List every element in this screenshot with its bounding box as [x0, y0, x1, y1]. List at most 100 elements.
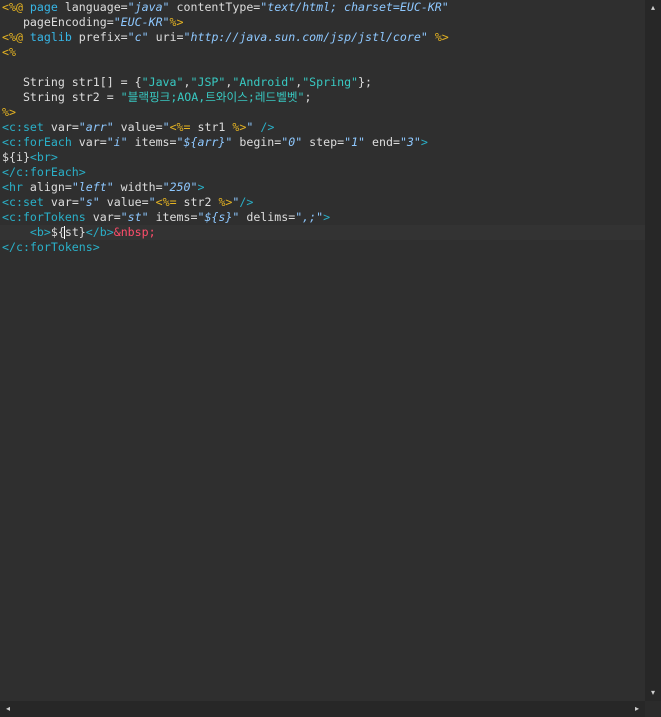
code-token: <b> [29, 225, 51, 239]
code-token: end= [365, 135, 400, 149]
code-token: pageEncoding= [2, 15, 114, 29]
code-token: ${i} [2, 150, 30, 164]
code-token: page [29, 0, 65, 14]
code-token: String str2 = [2, 90, 121, 104]
code-token: var= [50, 195, 79, 209]
scroll-up-icon[interactable]: ▴ [645, 0, 661, 16]
code-line[interactable]: </c:forEach> [2, 165, 86, 180]
code-token: width= [113, 180, 163, 194]
code-line[interactable]: String str2 = "블랙핑크;AOA,트와이스;레드벨벳"; [2, 90, 312, 105]
code-token: %> [232, 120, 247, 134]
code-token: > [420, 135, 428, 149]
code-token: "${arr}" [176, 135, 233, 149]
code-token: <%= [169, 120, 191, 134]
horizontal-scrollbar[interactable]: ◂ ▸ [0, 701, 645, 717]
code-token: "0" [281, 135, 303, 149]
code-token: var= [78, 135, 107, 149]
code-token: "1" [344, 135, 366, 149]
code-token: contentType= [169, 0, 261, 14]
code-token: <c:set [2, 195, 51, 209]
code-token: items= [148, 210, 198, 224]
code-token: <c:forEach [2, 135, 79, 149]
code-token: delims= [239, 210, 296, 224]
code-token: %> [427, 30, 449, 44]
code-token: "i" [106, 135, 128, 149]
code-token: </c:forTokens> [2, 240, 100, 254]
code-line[interactable]: pageEncoding="EUC-KR"%> [2, 15, 184, 30]
code-token: "arr" [78, 120, 114, 134]
scroll-right-icon[interactable]: ▸ [629, 701, 645, 717]
code-token: "Android" [232, 75, 296, 89]
code-token: " [148, 195, 156, 209]
code-token: "EUC-KR" [113, 15, 170, 29]
code-token: " [162, 120, 170, 134]
code-line[interactable]: <hr align="left" width="250"> [2, 180, 204, 195]
code-token: "JSP" [190, 75, 226, 89]
code-token: str1 [190, 120, 233, 134]
code-token: value= [113, 120, 163, 134]
code-token: ",;" [295, 210, 324, 224]
code-token: language= [64, 0, 128, 14]
scroll-down-icon[interactable]: ▾ [645, 685, 661, 701]
code-line[interactable]: <c:set var="s" value="<%= str2 %>"/> [2, 195, 253, 210]
code-token: String str1[] = { [2, 75, 142, 89]
code-line[interactable]: <c:forEach var="i" items="${arr}" begin=… [2, 135, 428, 150]
code-line[interactable]: ${i}<br> [2, 150, 58, 165]
code-token: <%= [155, 195, 177, 209]
code-token: </b> [85, 225, 114, 239]
code-token: "3" [399, 135, 421, 149]
code-token: ${ [50, 225, 65, 239]
code-line[interactable]: <%@ page language="java" contentType="te… [2, 0, 449, 15]
code-token: st} [64, 225, 86, 239]
code-token: items= [127, 135, 177, 149]
code-token: var= [92, 210, 121, 224]
scrollbar-corner [645, 701, 661, 717]
code-line[interactable]: <c:set var="arr" value="<%= str1 %>" /> [2, 120, 274, 135]
code-token: "블랙핑크;AOA,트와이스;레드벨벳" [120, 90, 305, 104]
code-token: %> [2, 105, 16, 119]
code-line[interactable]: %> [2, 105, 16, 120]
code-line[interactable]: </c:forTokens> [2, 240, 100, 255]
code-token: align= [29, 180, 72, 194]
code-token: %> [169, 15, 184, 29]
code-token: /> [239, 195, 254, 209]
code-token: prefix= [78, 30, 128, 44]
code-token: "${s}" [197, 210, 240, 224]
code-token: <hr [2, 180, 30, 194]
vertical-scrollbar[interactable]: ▴ ▾ [645, 0, 661, 701]
code-token: <%@ [2, 30, 30, 44]
code-token: "s" [78, 195, 100, 209]
code-token: value= [99, 195, 149, 209]
code-token: "java" [127, 0, 170, 14]
code-token: > [323, 210, 331, 224]
code-token: }; [358, 75, 372, 89]
code-token: %> [218, 195, 233, 209]
code-token: str2 [176, 195, 219, 209]
code-line[interactable]: <%@ taglib prefix="c" uri="http://java.s… [2, 30, 449, 45]
code-token: </c:forEach> [2, 165, 86, 179]
code-line[interactable]: String str1[] = {"Java","JSP","Android",… [2, 75, 372, 90]
code-token: "http://java.sun.com/jsp/jstl/core" [183, 30, 428, 44]
code-token: taglib [29, 30, 79, 44]
code-token: "st" [120, 210, 149, 224]
code-line-current[interactable]: <b>${st}</b>&nbsp; [0, 225, 645, 240]
code-token: uri= [148, 30, 184, 44]
code-token: "left" [71, 180, 114, 194]
code-token: &nbsp; [113, 225, 156, 239]
code-token: <c:set [2, 120, 51, 134]
code-line[interactable]: <% [2, 45, 16, 60]
code-token: "Java" [141, 75, 184, 89]
scroll-left-icon[interactable]: ◂ [0, 701, 16, 717]
code-token: "text/html; charset=EUC-KR" [260, 0, 449, 14]
code-token: <c:forTokens [2, 210, 93, 224]
code-line[interactable]: <c:forTokens var="st" items="${s}" delim… [2, 210, 330, 225]
code-token: var= [50, 120, 79, 134]
code-token: step= [302, 135, 345, 149]
code-token: > [197, 180, 205, 194]
code-token: <% [2, 45, 16, 59]
code-token: begin= [232, 135, 282, 149]
code-token: "250" [162, 180, 198, 194]
code-token: /> [253, 120, 275, 134]
code-token: "c" [127, 30, 149, 44]
code-editor[interactable]: <%@ page language="java" contentType="te… [0, 0, 645, 701]
